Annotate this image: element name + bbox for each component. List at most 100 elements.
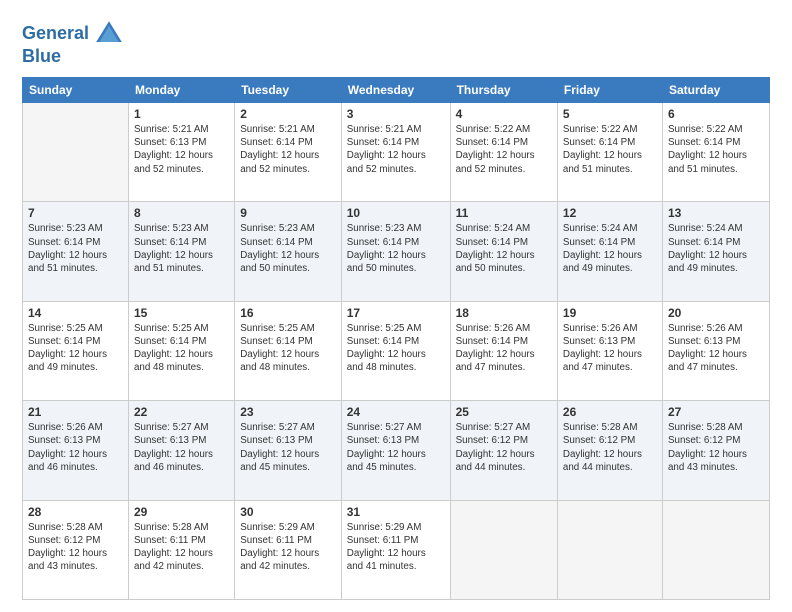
day-info: Sunrise: 5:24 AMSunset: 6:14 PMDaylight:… bbox=[456, 222, 552, 275]
day-info: Sunrise: 5:25 AMSunset: 6:14 PMDaylight:… bbox=[134, 322, 229, 375]
calendar-cell: 30 Sunrise: 5:29 AMSunset: 6:11 PMDayligh… bbox=[235, 500, 342, 599]
day-info: Sunrise: 5:28 AMSunset: 6:12 PMDaylight:… bbox=[668, 421, 764, 474]
day-number: 18 bbox=[456, 306, 552, 320]
day-info: Sunrise: 5:26 AMSunset: 6:13 PMDaylight:… bbox=[668, 322, 764, 375]
calendar-cell: 11 Sunrise: 5:24 AMSunset: 6:14 PMDayligh… bbox=[450, 202, 557, 301]
day-info: Sunrise: 5:24 AMSunset: 6:14 PMDaylight:… bbox=[563, 222, 657, 275]
day-info: Sunrise: 5:29 AMSunset: 6:11 PMDaylight:… bbox=[347, 521, 445, 574]
logo-text: General bbox=[22, 24, 89, 44]
day-info: Sunrise: 5:27 AMSunset: 6:13 PMDaylight:… bbox=[347, 421, 445, 474]
day-info: Sunrise: 5:22 AMSunset: 6:14 PMDaylight:… bbox=[668, 123, 764, 176]
day-info: Sunrise: 5:28 AMSunset: 6:12 PMDaylight:… bbox=[28, 521, 123, 574]
calendar-cell: 22 Sunrise: 5:27 AMSunset: 6:13 PMDayligh… bbox=[128, 401, 234, 500]
calendar-cell bbox=[23, 103, 129, 202]
calendar-cell: 29 Sunrise: 5:28 AMSunset: 6:11 PMDayligh… bbox=[128, 500, 234, 599]
calendar-cell: 1 Sunrise: 5:21 AMSunset: 6:13 PMDaylight… bbox=[128, 103, 234, 202]
day-info: Sunrise: 5:21 AMSunset: 6:13 PMDaylight:… bbox=[134, 123, 229, 176]
day-info: Sunrise: 5:26 AMSunset: 6:13 PMDaylight:… bbox=[28, 421, 123, 474]
calendar-week-row: 7 Sunrise: 5:23 AMSunset: 6:14 PMDaylight… bbox=[23, 202, 770, 301]
calendar-cell: 24 Sunrise: 5:27 AMSunset: 6:13 PMDayligh… bbox=[341, 401, 450, 500]
day-info: Sunrise: 5:29 AMSunset: 6:11 PMDaylight:… bbox=[240, 521, 336, 574]
calendar-cell: 25 Sunrise: 5:27 AMSunset: 6:12 PMDayligh… bbox=[450, 401, 557, 500]
calendar-cell: 4 Sunrise: 5:22 AMSunset: 6:14 PMDaylight… bbox=[450, 103, 557, 202]
day-number: 15 bbox=[134, 306, 229, 320]
calendar-cell: 27 Sunrise: 5:28 AMSunset: 6:12 PMDayligh… bbox=[662, 401, 769, 500]
header: General Blue bbox=[22, 18, 770, 67]
calendar-cell: 15 Sunrise: 5:25 AMSunset: 6:14 PMDayligh… bbox=[128, 301, 234, 400]
day-number: 28 bbox=[28, 505, 123, 519]
day-number: 17 bbox=[347, 306, 445, 320]
day-number: 10 bbox=[347, 206, 445, 220]
day-info: Sunrise: 5:23 AMSunset: 6:14 PMDaylight:… bbox=[134, 222, 229, 275]
calendar-week-row: 1 Sunrise: 5:21 AMSunset: 6:13 PMDaylight… bbox=[23, 103, 770, 202]
day-info: Sunrise: 5:25 AMSunset: 6:14 PMDaylight:… bbox=[347, 322, 445, 375]
calendar-cell: 12 Sunrise: 5:24 AMSunset: 6:14 PMDayligh… bbox=[557, 202, 662, 301]
calendar-header-sunday: Sunday bbox=[23, 78, 129, 103]
day-number: 12 bbox=[563, 206, 657, 220]
day-number: 8 bbox=[134, 206, 229, 220]
logo: General Blue bbox=[22, 18, 125, 67]
calendar-cell: 17 Sunrise: 5:25 AMSunset: 6:14 PMDayligh… bbox=[341, 301, 450, 400]
day-number: 16 bbox=[240, 306, 336, 320]
calendar-header-monday: Monday bbox=[128, 78, 234, 103]
day-info: Sunrise: 5:26 AMSunset: 6:13 PMDaylight:… bbox=[563, 322, 657, 375]
calendar-cell: 18 Sunrise: 5:26 AMSunset: 6:14 PMDayligh… bbox=[450, 301, 557, 400]
day-info: Sunrise: 5:24 AMSunset: 6:14 PMDaylight:… bbox=[668, 222, 764, 275]
calendar-week-row: 28 Sunrise: 5:28 AMSunset: 6:12 PMDayligh… bbox=[23, 500, 770, 599]
calendar-cell: 5 Sunrise: 5:22 AMSunset: 6:14 PMDaylight… bbox=[557, 103, 662, 202]
day-number: 2 bbox=[240, 107, 336, 121]
day-number: 3 bbox=[347, 107, 445, 121]
day-number: 22 bbox=[134, 405, 229, 419]
calendar-header-wednesday: Wednesday bbox=[341, 78, 450, 103]
page: General Blue SundayMondayTuesdayWednesda… bbox=[0, 0, 792, 612]
day-info: Sunrise: 5:21 AMSunset: 6:14 PMDaylight:… bbox=[240, 123, 336, 176]
day-number: 25 bbox=[456, 405, 552, 419]
day-info: Sunrise: 5:22 AMSunset: 6:14 PMDaylight:… bbox=[456, 123, 552, 176]
calendar-week-row: 21 Sunrise: 5:26 AMSunset: 6:13 PMDayligh… bbox=[23, 401, 770, 500]
day-number: 1 bbox=[134, 107, 229, 121]
calendar-cell: 19Sunrise: 5:26 AMSunset: 6:13 PMDayligh… bbox=[557, 301, 662, 400]
day-number: 4 bbox=[456, 107, 552, 121]
calendar-cell: 23Sunrise: 5:27 AMSunset: 6:13 PMDayligh… bbox=[235, 401, 342, 500]
day-number: 24 bbox=[347, 405, 445, 419]
calendar-cell: 14 Sunrise: 5:25 AMSunset: 6:14 PMDayligh… bbox=[23, 301, 129, 400]
calendar-cell: 3Sunrise: 5:21 AMSunset: 6:14 PMDaylight… bbox=[341, 103, 450, 202]
day-number: 14 bbox=[28, 306, 123, 320]
calendar-cell: 28 Sunrise: 5:28 AMSunset: 6:12 PMDayligh… bbox=[23, 500, 129, 599]
day-info: Sunrise: 5:25 AMSunset: 6:14 PMDaylight:… bbox=[240, 322, 336, 375]
day-info: Sunrise: 5:22 AMSunset: 6:14 PMDaylight:… bbox=[563, 123, 657, 176]
calendar-cell: 10 Sunrise: 5:23 AMSunset: 6:14 PMDayligh… bbox=[341, 202, 450, 301]
calendar-cell: 31 Sunrise: 5:29 AMSunset: 6:11 PMDayligh… bbox=[341, 500, 450, 599]
day-number: 29 bbox=[134, 505, 229, 519]
calendar-cell bbox=[662, 500, 769, 599]
day-info: Sunrise: 5:28 AMSunset: 6:11 PMDaylight:… bbox=[134, 521, 229, 574]
calendar-cell bbox=[557, 500, 662, 599]
calendar-cell: 26 Sunrise: 5:28 AMSunset: 6:12 PMDayligh… bbox=[557, 401, 662, 500]
day-number: 30 bbox=[240, 505, 336, 519]
day-info: Sunrise: 5:27 AMSunset: 6:12 PMDaylight:… bbox=[456, 421, 552, 474]
day-info: Sunrise: 5:28 AMSunset: 6:12 PMDaylight:… bbox=[563, 421, 657, 474]
calendar-cell: 9Sunrise: 5:23 AMSunset: 6:14 PMDaylight… bbox=[235, 202, 342, 301]
day-number: 26 bbox=[563, 405, 657, 419]
calendar-week-row: 14 Sunrise: 5:25 AMSunset: 6:14 PMDayligh… bbox=[23, 301, 770, 400]
day-info: Sunrise: 5:27 AMSunset: 6:13 PMDaylight:… bbox=[134, 421, 229, 474]
day-number: 27 bbox=[668, 405, 764, 419]
logo-icon bbox=[93, 18, 125, 50]
day-number: 11 bbox=[456, 206, 552, 220]
calendar-cell: 21 Sunrise: 5:26 AMSunset: 6:13 PMDayligh… bbox=[23, 401, 129, 500]
calendar-cell: 20Sunrise: 5:26 AMSunset: 6:13 PMDayligh… bbox=[662, 301, 769, 400]
day-number: 31 bbox=[347, 505, 445, 519]
calendar-header-tuesday: Tuesday bbox=[235, 78, 342, 103]
day-info: Sunrise: 5:23 AMSunset: 6:14 PMDaylight:… bbox=[240, 222, 336, 275]
calendar-header-row: SundayMondayTuesdayWednesdayThursdayFrid… bbox=[23, 78, 770, 103]
calendar-cell: 6 Sunrise: 5:22 AMSunset: 6:14 PMDaylight… bbox=[662, 103, 769, 202]
day-number: 7 bbox=[28, 206, 123, 220]
day-info: Sunrise: 5:26 AMSunset: 6:14 PMDaylight:… bbox=[456, 322, 552, 375]
calendar-table: SundayMondayTuesdayWednesdayThursdayFrid… bbox=[22, 77, 770, 600]
day-info: Sunrise: 5:25 AMSunset: 6:14 PMDaylight:… bbox=[28, 322, 123, 375]
day-number: 21 bbox=[28, 405, 123, 419]
day-number: 6 bbox=[668, 107, 764, 121]
day-number: 5 bbox=[563, 107, 657, 121]
day-info: Sunrise: 5:23 AMSunset: 6:14 PMDaylight:… bbox=[347, 222, 445, 275]
calendar-cell: 7Sunrise: 5:23 AMSunset: 6:14 PMDaylight… bbox=[23, 202, 129, 301]
